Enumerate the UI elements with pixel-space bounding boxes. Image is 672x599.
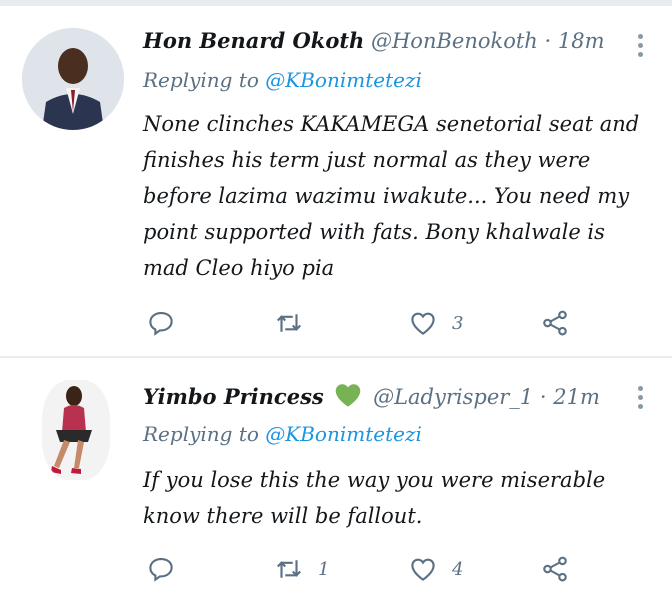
more-icon[interactable] (638, 34, 644, 61)
like-button[interactable]: 4 (408, 554, 463, 584)
tweet-2[interactable]: Yimbo Princess @Ladyrisper_1 · 21m Reply… (0, 358, 672, 599)
display-name[interactable]: Yimbo Princess (143, 384, 324, 409)
more-icon[interactable] (638, 386, 644, 413)
retweet-icon (276, 314, 302, 332)
reply-mention-link[interactable]: @KBonimtetezi (265, 68, 422, 92)
display-name[interactable]: Hon Benard Okoth (143, 28, 364, 53)
reply-button[interactable] (146, 554, 190, 584)
separator-dot: · (539, 385, 547, 409)
tweet-1[interactable]: Hon Benard Okoth @HonBenokoth · 18m Repl… (0, 0, 672, 356)
like-button[interactable]: 3 (408, 308, 463, 338)
retweet-count: 1 (318, 558, 330, 580)
tweet-text: If you lose this the way you were misera… (143, 468, 606, 528)
green-heart-icon (336, 384, 361, 407)
like-count: 3 (452, 312, 464, 334)
separator-dot: · (544, 29, 552, 53)
timestamp[interactable]: 21m (553, 385, 600, 409)
tweet-text: None clinches KAKAMEGA senetorial seat a… (143, 112, 640, 280)
share-button[interactable] (540, 554, 570, 584)
like-count: 4 (452, 558, 464, 580)
retweet-icon (276, 560, 302, 578)
replying-to-label: Replying to (143, 422, 259, 446)
replying-to-label: Replying to (143, 68, 259, 92)
replying-to-line: Replying to @KBonimtetezi (143, 68, 422, 92)
avatar[interactable] (42, 380, 110, 480)
tweet-header: Yimbo Princess @Ladyrisper_1 · 21m (143, 382, 600, 409)
tweet-actions: 3 (146, 308, 576, 340)
replying-to-line: Replying to @KBonimtetezi (143, 422, 422, 446)
share-icon (543, 556, 567, 582)
retweet-button[interactable] (274, 308, 318, 338)
heart-icon (411, 312, 435, 335)
avatar[interactable] (22, 28, 124, 130)
share-button[interactable] (540, 308, 570, 338)
timestamp[interactable]: 18m (558, 29, 605, 53)
retweet-button[interactable]: 1 (274, 554, 329, 584)
tweet-actions: 1 4 (146, 554, 576, 586)
reply-button[interactable] (146, 308, 190, 338)
tweet-header: Hon Benard Okoth @HonBenokoth · 18m (143, 28, 605, 53)
reply-icon (149, 311, 173, 336)
reply-icon (149, 557, 173, 582)
user-handle[interactable]: @Ladyrisper_1 (373, 385, 533, 409)
user-handle[interactable]: @HonBenokoth (371, 29, 538, 53)
reply-mention-link[interactable]: @KBonimtetezi (265, 422, 422, 446)
heart-icon (411, 558, 435, 581)
share-icon (543, 310, 567, 336)
